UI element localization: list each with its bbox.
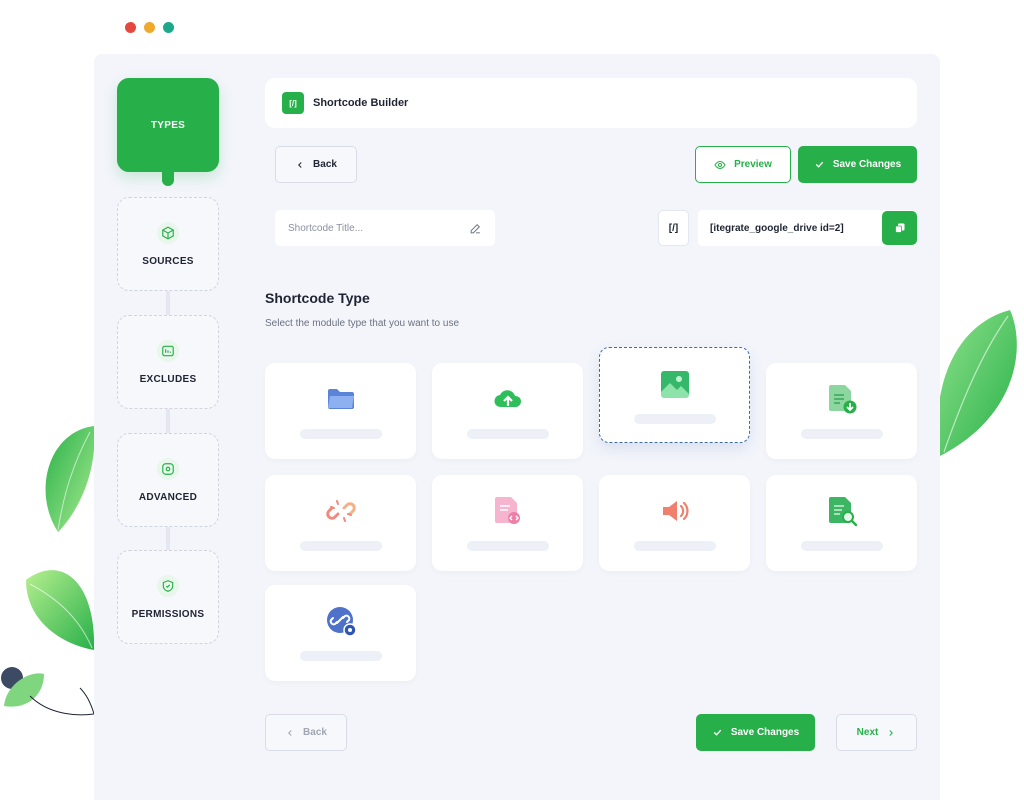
app-window: TYPES SOURCES EXCLUDES ADVANCED PERMISSI…: [0, 0, 1024, 800]
save-changes-button[interactable]: Save Changes: [798, 146, 917, 183]
module-label-placeholder: [466, 429, 549, 439]
chevron-left-icon: [288, 729, 292, 736]
module-card-upload[interactable]: [432, 363, 583, 459]
shield-check-icon: [157, 574, 179, 597]
shortcode-output-field: [itegrate_google_drive id=2]: [698, 210, 917, 246]
preview-button-label: Preview: [734, 159, 772, 170]
save-changes-button[interactable]: Save Changes: [696, 714, 815, 751]
sidebar-item-label: TYPES: [150, 119, 186, 131]
builder-panel: TYPES SOURCES EXCLUDES ADVANCED PERMISSI…: [94, 54, 940, 800]
module-card-view-link[interactable]: [265, 585, 416, 681]
cube-icon: [157, 221, 179, 244]
module-label-placeholder: [800, 429, 883, 439]
sidebar-item-advanced[interactable]: ADVANCED: [117, 433, 219, 527]
save-button-label: Save Changes: [832, 159, 902, 170]
file-search-icon: [828, 497, 857, 527]
module-label-placeholder: [633, 541, 716, 551]
module-card-link[interactable]: [265, 475, 416, 571]
leaf-decoration-icon: [937, 310, 1017, 456]
window-maximize-dot[interactable]: [163, 22, 174, 33]
save-button-label: Save Changes: [730, 727, 800, 738]
next-button-label: Next: [856, 727, 879, 738]
module-label-placeholder: [466, 541, 549, 551]
leaf-sprout-icon: [1, 667, 95, 716]
link-view-icon: [326, 607, 357, 637]
step-connector: [166, 526, 170, 552]
sidebar-item-label: EXCLUDES: [139, 373, 197, 385]
check-icon: [713, 729, 722, 736]
preview-button[interactable]: Preview: [695, 146, 791, 183]
gear-squircle-icon: [157, 457, 179, 480]
step-connector: [166, 290, 170, 316]
page-title: Shortcode Builder: [313, 97, 409, 109]
copy-shortcode-button[interactable]: [882, 211, 917, 245]
next-button[interactable]: Next: [836, 714, 917, 751]
document-embed-icon: [494, 497, 520, 524]
sidebar-item-excludes[interactable]: EXCLUDES: [117, 315, 219, 409]
chevron-right-icon: [889, 729, 894, 736]
module-card-gallery[interactable]: [599, 347, 750, 443]
module-label-placeholder: [299, 651, 382, 661]
step-connector: [166, 408, 170, 434]
module-label-placeholder: [299, 429, 382, 439]
window-close-dot[interactable]: [125, 22, 136, 33]
back-button-label: Back: [303, 727, 327, 738]
file-download-icon: [828, 385, 856, 414]
copy-icon: [894, 223, 904, 233]
module-label-placeholder: [800, 541, 883, 551]
sidebar-item-label: ADVANCED: [138, 491, 198, 503]
sidebar-item-label: SOURCES: [142, 255, 194, 267]
module-label-placeholder: [633, 414, 716, 424]
check-icon: [815, 161, 824, 168]
chevron-left-icon: [298, 161, 302, 168]
shortcode-title-field[interactable]: [275, 210, 495, 246]
image-gallery-icon: [660, 371, 689, 398]
back-button-disabled[interactable]: Back: [265, 714, 347, 751]
sidebar-item-sources[interactable]: SOURCES: [117, 197, 219, 291]
section-title: Shortcode Type: [265, 290, 370, 306]
section-subtitle: Select the module type that you want to …: [265, 318, 460, 329]
leaf-decoration-icon: [26, 570, 95, 650]
speaker-icon: [662, 501, 688, 521]
module-label-placeholder: [299, 541, 382, 551]
cloud-upload-icon: [493, 390, 521, 408]
module-card-embed[interactable]: [432, 475, 583, 571]
module-card-file-download[interactable]: [766, 363, 917, 459]
module-card-search[interactable]: [766, 475, 917, 571]
shortcode-title-input[interactable]: [288, 222, 438, 234]
pencil-icon[interactable]: [469, 222, 482, 235]
back-button[interactable]: Back: [275, 146, 357, 183]
leaf-decoration-icon: [45, 426, 95, 532]
active-step-pointer: [162, 170, 174, 186]
module-card-folder[interactable]: [265, 363, 416, 459]
builder-header: [/] Shortcode Builder: [265, 78, 917, 128]
sidebar-item-permissions[interactable]: PERMISSIONS: [117, 550, 219, 644]
shortcode-tag: [/]: [658, 210, 689, 246]
broken-link-icon: [325, 500, 356, 522]
module-card-media-player[interactable]: [599, 475, 750, 571]
shortcode-badge: [/]: [282, 92, 304, 114]
filter-list-icon: [157, 339, 179, 362]
sidebar-item-types[interactable]: TYPES: [117, 78, 219, 186]
shortcode-output-text: [itegrate_google_drive id=2]: [710, 222, 844, 234]
eye-icon: [714, 160, 726, 169]
sidebar-item-label: PERMISSIONS: [131, 608, 205, 620]
window-minimize-dot[interactable]: [144, 22, 155, 33]
folder-icon: [327, 389, 354, 409]
back-button-label: Back: [313, 159, 337, 170]
